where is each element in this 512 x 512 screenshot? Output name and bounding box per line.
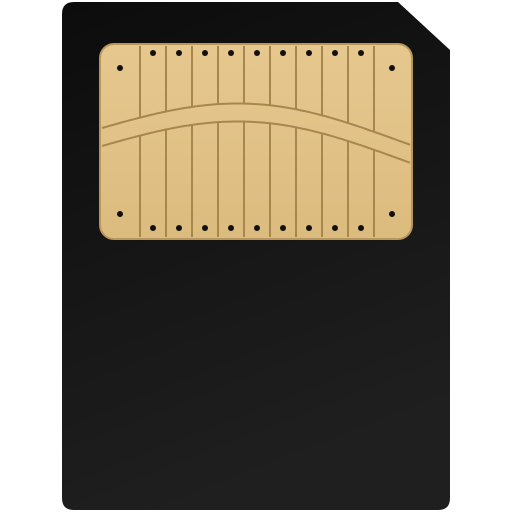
contact-dot	[150, 225, 156, 231]
contact-pad	[99, 43, 413, 240]
contact-dot	[228, 225, 234, 231]
contact-dot	[254, 50, 260, 56]
contact-dot	[358, 50, 364, 56]
contact-dot	[332, 50, 338, 56]
contact-dot	[389, 65, 395, 71]
smartmedia-card-icon	[62, 2, 450, 510]
contact-dot	[202, 50, 208, 56]
contact-dot	[176, 225, 182, 231]
contact-dot	[306, 50, 312, 56]
contact-dot	[332, 225, 338, 231]
contact-dot	[254, 225, 260, 231]
contact-dot	[228, 50, 234, 56]
contact-dot	[117, 211, 123, 217]
contact-dot	[150, 50, 156, 56]
contact-dot	[280, 50, 286, 56]
icon-canvas	[0, 0, 512, 512]
contact-dot	[358, 225, 364, 231]
contact-dot	[389, 211, 395, 217]
contact-dot	[117, 65, 123, 71]
contact-dot	[280, 225, 286, 231]
contact-dot	[176, 50, 182, 56]
contact-dot	[202, 225, 208, 231]
contact-dot	[306, 225, 312, 231]
